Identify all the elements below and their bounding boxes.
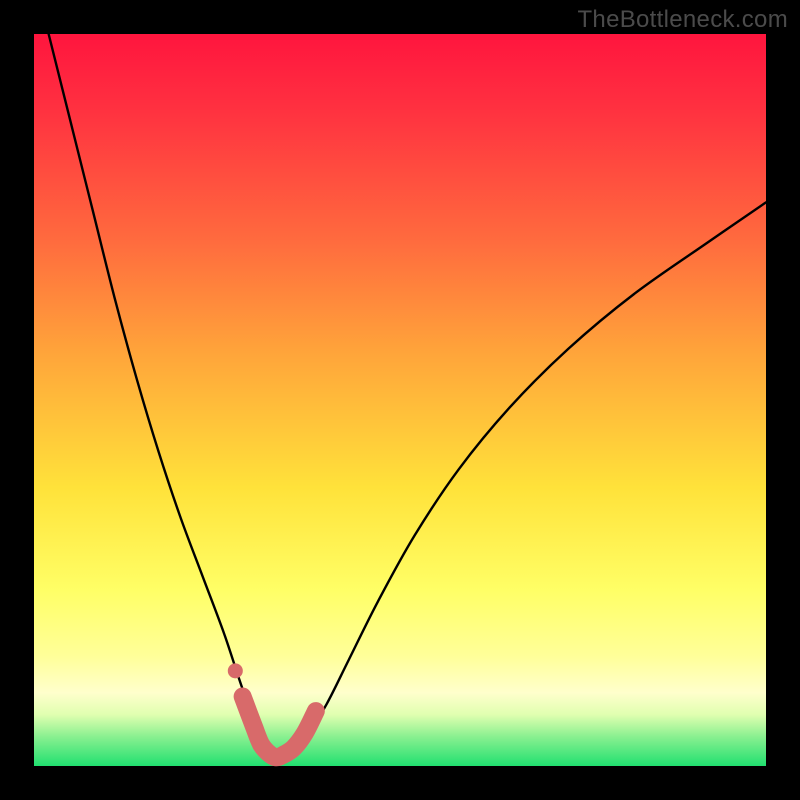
bottom-arc-marker (243, 696, 316, 757)
watermark-text: TheBottleneck.com (577, 6, 788, 34)
bottleneck-curve (49, 34, 766, 758)
extra-marker-dot (228, 663, 243, 678)
chart-frame: TheBottleneck.com (0, 0, 800, 800)
chart-svg (34, 34, 766, 766)
chart-plot-area (34, 34, 766, 766)
